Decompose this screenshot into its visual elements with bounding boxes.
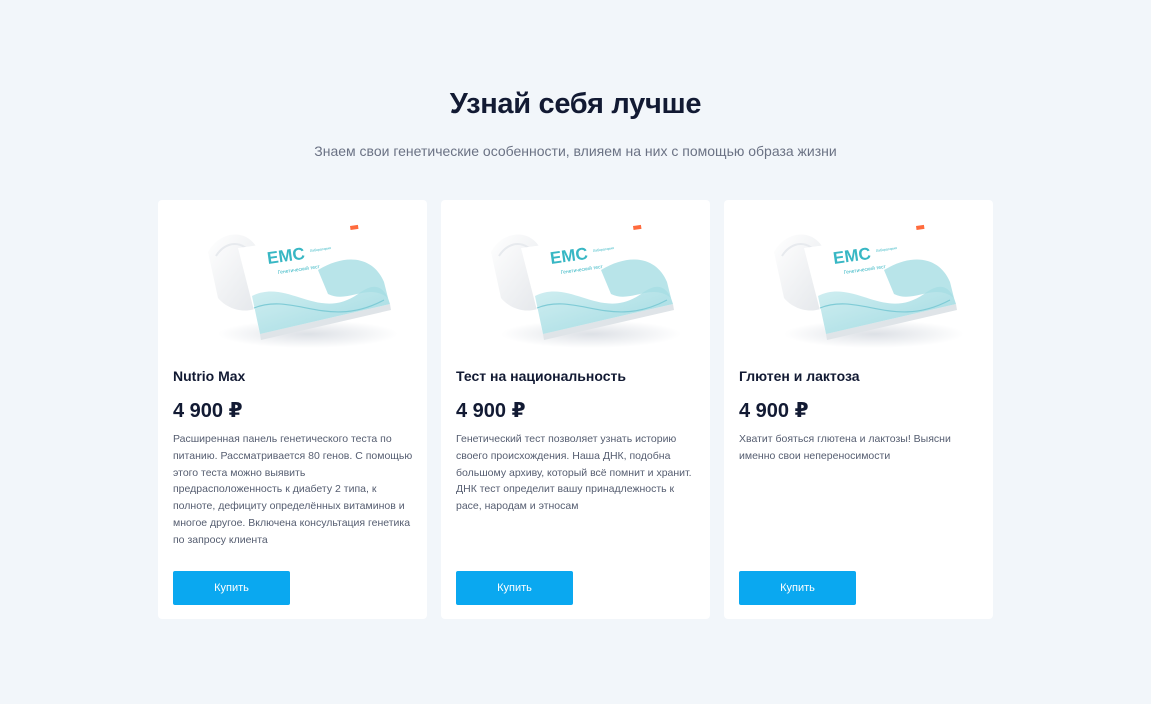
product-price: 4 900 ₽ bbox=[173, 400, 243, 422]
product-name: Глютен и лактоза bbox=[739, 368, 860, 384]
product-card-nutrio-max: Nutrio Max 4 900 ₽ Расширенная панель ге… bbox=[158, 200, 427, 619]
buy-button[interactable]: Купить bbox=[456, 571, 573, 605]
buy-button[interactable]: Купить bbox=[173, 571, 290, 605]
product-price: 4 900 ₽ bbox=[739, 400, 809, 422]
product-name: Тест на национальность bbox=[456, 368, 626, 384]
dna-test-kit-image bbox=[198, 212, 398, 352]
section-title: Узнай себя лучше bbox=[449, 88, 702, 120]
product-card-nationality-test: Тест на национальность 4 900 ₽ Генетичес… bbox=[441, 200, 710, 619]
product-description: Расширенная панель генетического теста п… bbox=[173, 433, 413, 546]
product-price: 4 900 ₽ bbox=[456, 400, 526, 422]
product-name: Nutrio Max bbox=[173, 368, 246, 384]
product-description: Генетический тест позволяет узнать истор… bbox=[456, 433, 692, 513]
product-section: Узнай себя лучше Знаем свои генетические… bbox=[0, 0, 1151, 704]
dna-test-kit-image bbox=[764, 212, 964, 352]
buy-button[interactable]: Купить bbox=[739, 571, 856, 605]
dna-test-kit-image bbox=[481, 212, 681, 352]
product-card-gluten-lactose: Глютен и лактоза 4 900 ₽ Хватит бояться … bbox=[724, 200, 993, 619]
product-description: Хватит бояться глютена и лактозы! Выясни… bbox=[739, 433, 951, 462]
section-subtitle: Знаем свои генетические особенности, вли… bbox=[314, 143, 837, 159]
